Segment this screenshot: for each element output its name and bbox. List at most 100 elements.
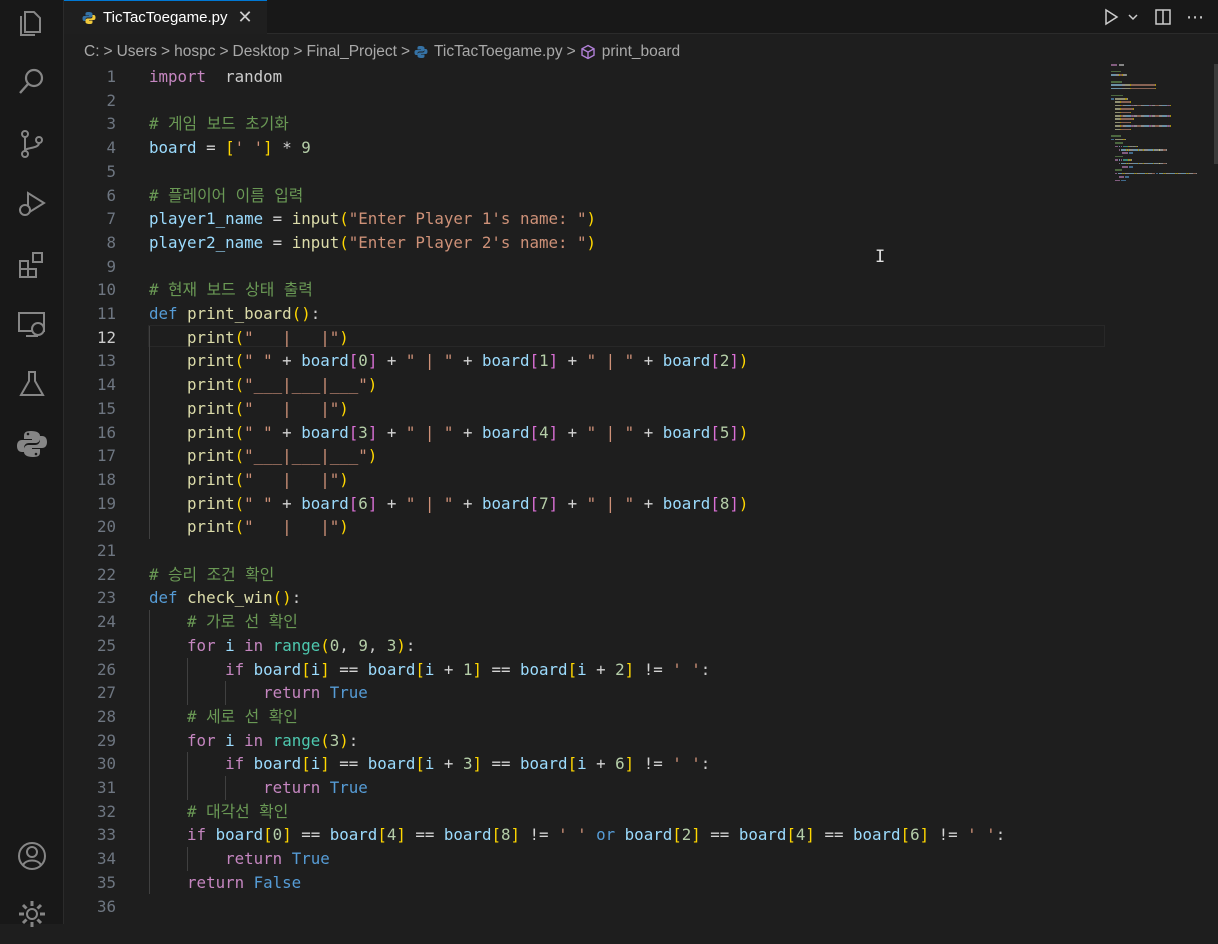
breadcrumb: C: > Users > hospc > Desktop > Final_Pro… [64,38,1218,66]
code-token: # 현재 보드 상태 출력 [149,280,313,300]
code-token: ] [548,493,559,513]
minimap-token [1114,142,1124,144]
tab-close-icon[interactable]: ✕ [238,8,253,27]
extensions-icon[interactable] [0,234,64,294]
accounts-icon[interactable] [0,826,64,886]
source-control-icon[interactable] [0,114,64,174]
code-token: == [700,825,739,845]
line-number: 11 [96,304,116,323]
line-number: 13 [96,351,116,371]
code-line[interactable]: 27 return True [64,681,1104,705]
code-line[interactable]: 30 if board[i] == board[i + 3] == board[… [64,752,1104,776]
explorer-icon[interactable] [0,0,64,52]
breadcrumb-final-project[interactable]: Final_Project [306,43,396,61]
code-line[interactable]: 24 # 가로 선 확인 [64,610,1104,634]
code-token: board [738,825,787,845]
minimap-token [1120,118,1133,120]
settings-gear-icon[interactable] [0,884,64,944]
code-line[interactable]: 22 # 승리 조건 확인 [64,563,1104,587]
breadcrumb-file[interactable]: TicTacToegame.py [434,43,563,61]
code-token: + [434,659,463,679]
code-token: ] [805,825,815,845]
code-line[interactable]: 29 for i in range(3): [64,729,1104,753]
minimap-token [1118,162,1121,165]
code-text: player1_name = input("Enter Player 1's n… [149,207,596,231]
code-line[interactable]: 6 # 플레이어 이름 입력 [64,184,1104,208]
search-icon[interactable] [0,52,64,112]
breadcrumb-separator: > [566,43,576,60]
code-token: board [443,825,492,845]
code-token: print [187,398,235,418]
python-icon[interactable] [0,414,64,474]
line-number: 24 [96,612,116,632]
code-line[interactable]: 33 if board[0] == board[4] == board[8] !… [64,823,1104,847]
minimap-token [1125,138,1127,141]
code-text: if board[i] == board[i + 1] == board[i +… [149,658,710,682]
code-line[interactable]: 31 return True [64,776,1104,800]
code-token: 9 [301,138,311,158]
breadcrumb-hospc[interactable]: hospc [174,43,215,61]
minimap-token [1114,172,1117,175]
breadcrumb-symbol[interactable]: print_board [602,43,680,61]
vertical-scrollbar-thumb[interactable] [1214,64,1218,164]
code-line[interactable]: 16 print(" " + board[3] + " | " + board[… [64,421,1104,445]
breadcrumb-users[interactable]: Users [117,43,157,61]
remote-explorer-icon[interactable] [0,294,64,354]
code-token: [ [348,351,359,371]
code-line[interactable]: 3 # 게임 보드 초기화 [64,112,1104,136]
breadcrumb-desktop[interactable]: Desktop [233,43,290,61]
code-line[interactable]: 34 return True [64,847,1104,871]
code-line[interactable]: 12 print(" | |") [64,326,1104,350]
code-token: ] [548,422,559,442]
code-line[interactable]: 18 print(" | |") [64,468,1104,492]
breadcrumb-drive[interactable]: C: [84,43,100,61]
line-number: 36 [96,896,116,916]
line-number: 8 [106,232,116,252]
code-line[interactable]: 8 player2_name = input("Enter Player 2's … [64,231,1104,255]
code-line[interactable]: 2 [64,89,1104,113]
code-token: == [814,825,853,845]
run-file-icon[interactable] [1102,8,1120,26]
code-token: + [377,351,406,371]
code-line[interactable]: 1 import random [64,65,1104,89]
more-actions-icon[interactable]: ⋯ [1186,7,1204,28]
code-token: board [215,825,264,845]
code-line[interactable]: 35 return False [64,871,1104,895]
code-token: ( [234,351,245,371]
code-line[interactable]: 28 # 세로 선 확인 [64,705,1104,729]
code-token: ) [339,730,349,750]
code-token: ( [234,446,245,466]
run-debug-icon[interactable] [0,174,64,234]
code-line[interactable]: 19 print(" " + board[6] + " | " + board[… [64,492,1104,516]
code-line[interactable]: 20 print(" | |") [64,515,1104,539]
code-token: ( [234,375,245,395]
code-line[interactable]: 11 def print_board(): [64,302,1104,326]
code-line[interactable]: 32 # 대각선 확인 [64,800,1104,824]
code-line[interactable]: 23 def check_win(): [64,586,1104,610]
code-line[interactable]: 7 player1_name = input("Enter Player 1's … [64,207,1104,231]
code-line[interactable]: 17 print("___|___|___") [64,444,1104,468]
code-line[interactable]: 9 [64,255,1104,279]
minimap[interactable] [1105,64,1205,204]
code-line[interactable]: 4 board = [' '] * 9 [64,136,1104,160]
indent-guide [187,657,189,705]
minimap-token [1130,111,1131,114]
code-token: [ [672,825,682,845]
code-line[interactable]: 21 [64,539,1104,563]
code-line[interactable]: 13 print(" " + board[0] + " | " + board[… [64,349,1104,373]
code-editor[interactable]: 1 import random 2 3 # 게임 보드 초기화 4 board = [' '… [64,64,1218,924]
minimap-token [1114,98,1126,100]
code-line[interactable]: 10 # 현재 보드 상태 출력 [64,278,1104,302]
testing-icon[interactable] [0,354,64,414]
code-line[interactable]: 14 print("___|___|___") [64,373,1104,397]
code-line[interactable]: 26 if board[i] == board[i + 1] == board[… [64,658,1104,682]
code-line[interactable]: 25 for i in range(0, 9, 3): [64,634,1104,658]
code-line[interactable]: 36 [64,895,1104,919]
code-token: [ [567,659,578,679]
split-editor-icon[interactable] [1154,8,1172,26]
code-line[interactable]: 5 [64,160,1104,184]
code-line[interactable]: 15 print(" | |") [64,397,1104,421]
tab-tictactoegame[interactable]: TicTacToegame.py ✕ [64,0,267,34]
run-menu-chevron-icon[interactable] [1126,10,1140,24]
code-token: board [520,659,568,679]
